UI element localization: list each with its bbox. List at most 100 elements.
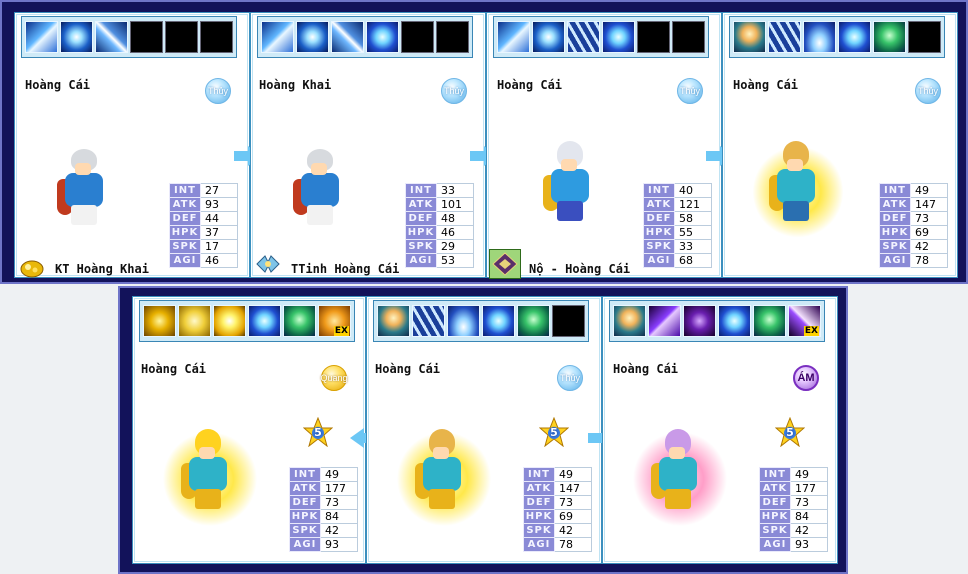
empty-skill-slot[interactable] — [436, 21, 469, 53]
ice-blade-skill-icon[interactable] — [331, 21, 364, 53]
general-name: Hoàng Cái — [733, 78, 799, 92]
empty-skill-slot[interactable] — [637, 21, 670, 53]
green-spirit-skill-icon[interactable] — [283, 305, 316, 337]
stat-label: DEF — [759, 495, 791, 510]
green-spirit-skill-icon[interactable] — [517, 305, 550, 337]
stat-value: 68 — [674, 253, 712, 268]
stat-value: 73 — [790, 495, 828, 510]
general-card-5[interactable]: EX Hoàng Cái Quang 5 INT 49 ATK 177 DEF 73 … — [132, 296, 366, 564]
stats-table: INT 27 ATK 93 DEF 44 HPK 37 SPK 17 AGI 46 — [169, 183, 238, 268]
element-badge-water: Thủy — [441, 78, 467, 104]
ice-orb-skill-icon[interactable] — [60, 21, 93, 53]
arrow-left-icon — [350, 428, 380, 448]
ice-slash-skill-icon[interactable] — [412, 305, 445, 337]
general-card-3[interactable]: Hoàng Cái Thủy INT 40 ATK 121 DEF 58 HPK 55 … — [486, 12, 722, 279]
item-caption: TTinh Hoàng Cái — [291, 262, 400, 276]
ice-slash-skill-icon[interactable] — [567, 21, 600, 53]
empty-skill-slot[interactable] — [908, 21, 941, 53]
stat-label: INT — [879, 183, 911, 198]
stat-label: SPK — [523, 523, 555, 538]
stat-value: 42 — [554, 523, 592, 538]
stats-table: INT 49 ATK 147 DEF 73 HPK 69 SPK 42 AGI 78 — [523, 467, 592, 552]
stat-value: 73 — [910, 211, 948, 226]
stat-value: 33 — [674, 239, 712, 254]
stat-value: 49 — [554, 467, 592, 482]
stat-value: 37 — [200, 225, 238, 240]
stats-table: INT 49 ATK 177 DEF 73 HPK 84 SPK 42 AGI 93 — [289, 467, 358, 552]
blue-wing-icon[interactable] — [255, 253, 281, 275]
golden-ex-skill-icon[interactable]: EX — [318, 305, 351, 337]
general-name: Hoàng Cái — [375, 362, 441, 376]
stat-label: ATK — [169, 197, 201, 212]
stat-label: INT — [405, 183, 437, 198]
stats-table: INT 33 ATK 101 DEF 48 HPK 46 SPK 29 AGI 53 — [405, 183, 474, 268]
general-card-1[interactable]: Hoàng Cái Thủy INT 27 ATK 93 DEF 44 HPK 37 S… — [14, 12, 250, 278]
stat-label: ATK — [405, 197, 437, 212]
stat-label: HPK — [759, 509, 791, 524]
golden-hand-skill-icon[interactable] — [178, 305, 211, 337]
stat-value: 46 — [200, 253, 238, 268]
empty-skill-slot[interactable] — [552, 305, 585, 337]
stat-value: 78 — [910, 253, 948, 268]
golden-fist-skill-icon[interactable] — [143, 305, 176, 337]
purple-slash-skill-icon[interactable] — [648, 305, 681, 337]
ice-crystal-skill-icon[interactable] — [261, 21, 294, 53]
ice-crystal-skill-icon[interactable] — [497, 21, 530, 53]
star-level-number: 5 — [314, 426, 322, 439]
skill-bar: EX — [139, 300, 355, 342]
stat-label: SPK — [405, 239, 437, 254]
empty-skill-slot[interactable] — [165, 21, 198, 53]
water-swirl-skill-icon[interactable] — [482, 305, 515, 337]
green-spirit-skill-icon[interactable] — [873, 21, 906, 53]
stat-value: 49 — [320, 467, 358, 482]
stat-value: 84 — [320, 509, 358, 524]
stat-value: 177 — [320, 481, 358, 496]
empty-skill-slot[interactable] — [401, 21, 434, 53]
ice-orb-skill-icon[interactable] — [532, 21, 565, 53]
ice-crystal-skill-icon[interactable] — [25, 21, 58, 53]
stat-value: 42 — [790, 523, 828, 538]
water-wave-skill-icon[interactable] — [447, 305, 480, 337]
element-badge-water: Thủy — [557, 365, 583, 391]
general-sprite — [181, 429, 237, 517]
stat-label: AGI — [523, 537, 555, 552]
green-spirit-skill-icon[interactable] — [753, 305, 786, 337]
empty-skill-slot[interactable] — [200, 21, 233, 53]
water-swirl-skill-icon[interactable] — [366, 21, 399, 53]
empty-skill-slot[interactable] — [672, 21, 705, 53]
stat-label: AGI — [169, 253, 201, 268]
stat-label: AGI — [405, 253, 437, 268]
stat-value: 17 — [200, 239, 238, 254]
stat-value: 42 — [320, 523, 358, 538]
ice-orb-skill-icon[interactable] — [296, 21, 329, 53]
stat-label: SPK — [169, 239, 201, 254]
general-card-7[interactable]: EX Hoàng Cái ÁM 5 INT 49 ATK 177 DEF 73 HPK… — [602, 296, 838, 564]
gold-nugget-icon[interactable] — [19, 257, 45, 279]
stats-table: INT 49 ATK 147 DEF 73 HPK 69 SPK 42 AGI 78 — [879, 183, 948, 268]
stat-label: INT — [523, 467, 555, 482]
purple-ex-skill-icon[interactable]: EX — [788, 305, 821, 337]
stat-value: 73 — [320, 495, 358, 510]
golden-burst-skill-icon[interactable] — [213, 305, 246, 337]
water-swirl-skill-icon[interactable] — [602, 21, 635, 53]
stat-value: 93 — [790, 537, 828, 552]
portrait-skill-icon[interactable] — [733, 21, 766, 53]
portrait-skill-icon[interactable] — [613, 305, 646, 337]
water-swirl-skill-icon[interactable] — [838, 21, 871, 53]
ice-slash-skill-icon[interactable] — [768, 21, 801, 53]
dark-beam-skill-icon[interactable] — [683, 305, 716, 337]
stat-label: ATK — [643, 197, 675, 212]
water-swirl-skill-icon[interactable] — [248, 305, 281, 337]
stat-value: 48 — [436, 211, 474, 226]
ice-blade-skill-icon[interactable] — [95, 21, 128, 53]
general-card-2[interactable]: Hoàng Khai Thủy INT 33 ATK 101 DEF 48 HPK 46… — [250, 12, 486, 278]
green-rune-icon[interactable] — [489, 249, 521, 279]
skill-bar — [729, 16, 945, 58]
empty-skill-slot[interactable] — [130, 21, 163, 53]
stat-label: AGI — [879, 253, 911, 268]
water-wave-skill-icon[interactable] — [803, 21, 836, 53]
general-card-6[interactable]: Hoàng Cái Thủy 5 INT 49 ATK 147 DEF 73 HPK 6… — [366, 296, 602, 564]
general-card-4[interactable]: Hoàng Cái Thủy INT 49 ATK 147 DEF 73 HPK 69 … — [722, 12, 958, 278]
water-swirl-skill-icon[interactable] — [718, 305, 751, 337]
portrait-skill-icon[interactable] — [377, 305, 410, 337]
